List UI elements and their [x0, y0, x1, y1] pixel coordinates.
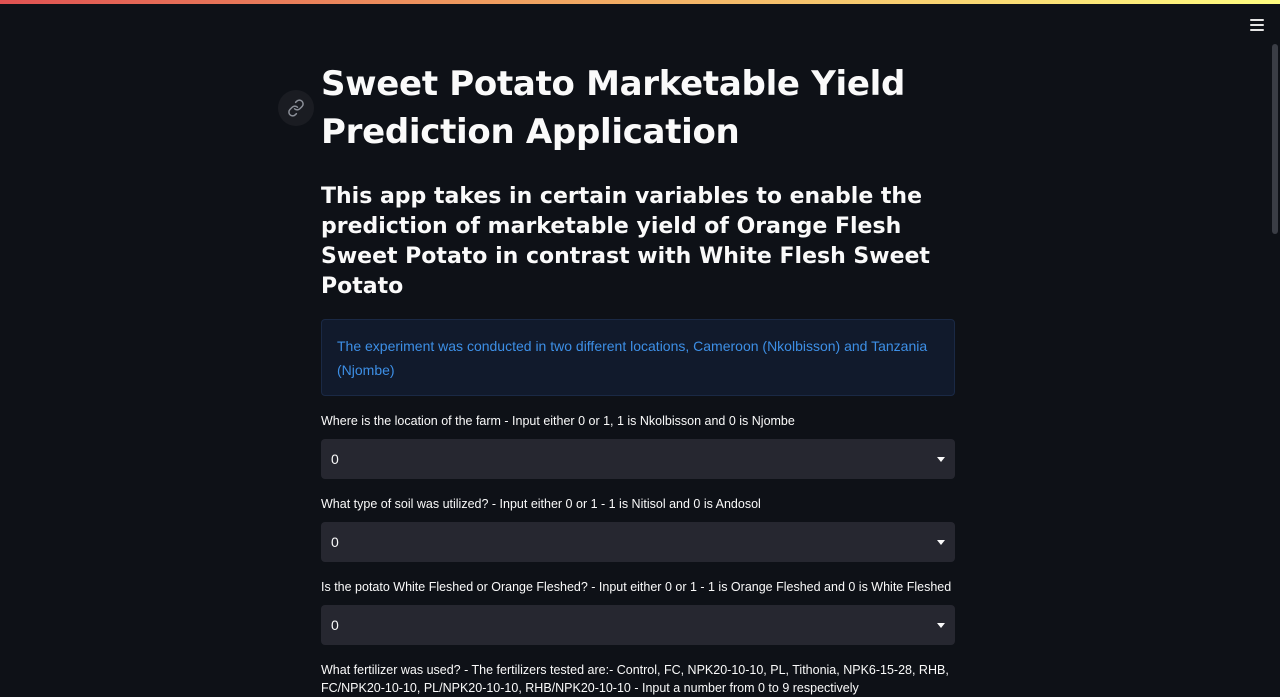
main-content: Sweet Potato Marketable Yield Prediction…: [321, 60, 955, 697]
top-decoration-bar: [0, 0, 1280, 4]
fertilizer-field: What fertilizer was used? - The fertiliz…: [321, 661, 955, 697]
flesh-label: Is the potato White Fleshed or Orange Fl…: [321, 580, 952, 594]
page-subtitle: This app takes in certain variables to e…: [321, 184, 930, 299]
flesh-select[interactable]: 0: [321, 605, 955, 645]
fertilizer-label: What fertilizer was used? - The fertiliz…: [321, 663, 949, 695]
chevron-down-icon: [937, 456, 945, 462]
chevron-down-icon: [937, 539, 945, 545]
soil-field: What type of soil was utilized? - Input …: [321, 495, 955, 562]
location-select-value: 0: [331, 451, 339, 467]
page-title: Sweet Potato Marketable Yield Prediction…: [321, 64, 906, 152]
hamburger-menu-icon[interactable]: [1246, 14, 1268, 36]
scrollbar-thumb[interactable]: [1272, 44, 1278, 234]
chevron-down-icon: [937, 622, 945, 628]
flesh-field: Is the potato White Fleshed or Orange Fl…: [321, 578, 955, 645]
soil-select[interactable]: 0: [321, 522, 955, 562]
soil-label: What type of soil was utilized? - Input …: [321, 497, 761, 511]
flesh-select-value: 0: [331, 617, 339, 633]
location-select[interactable]: 0: [321, 439, 955, 479]
soil-select-value: 0: [331, 534, 339, 550]
location-label: Where is the location of the farm - Inpu…: [321, 414, 795, 428]
info-alert: The experiment was conducted in two diff…: [321, 319, 955, 396]
location-field: Where is the location of the farm - Inpu…: [321, 412, 955, 479]
link-icon[interactable]: [278, 90, 314, 126]
